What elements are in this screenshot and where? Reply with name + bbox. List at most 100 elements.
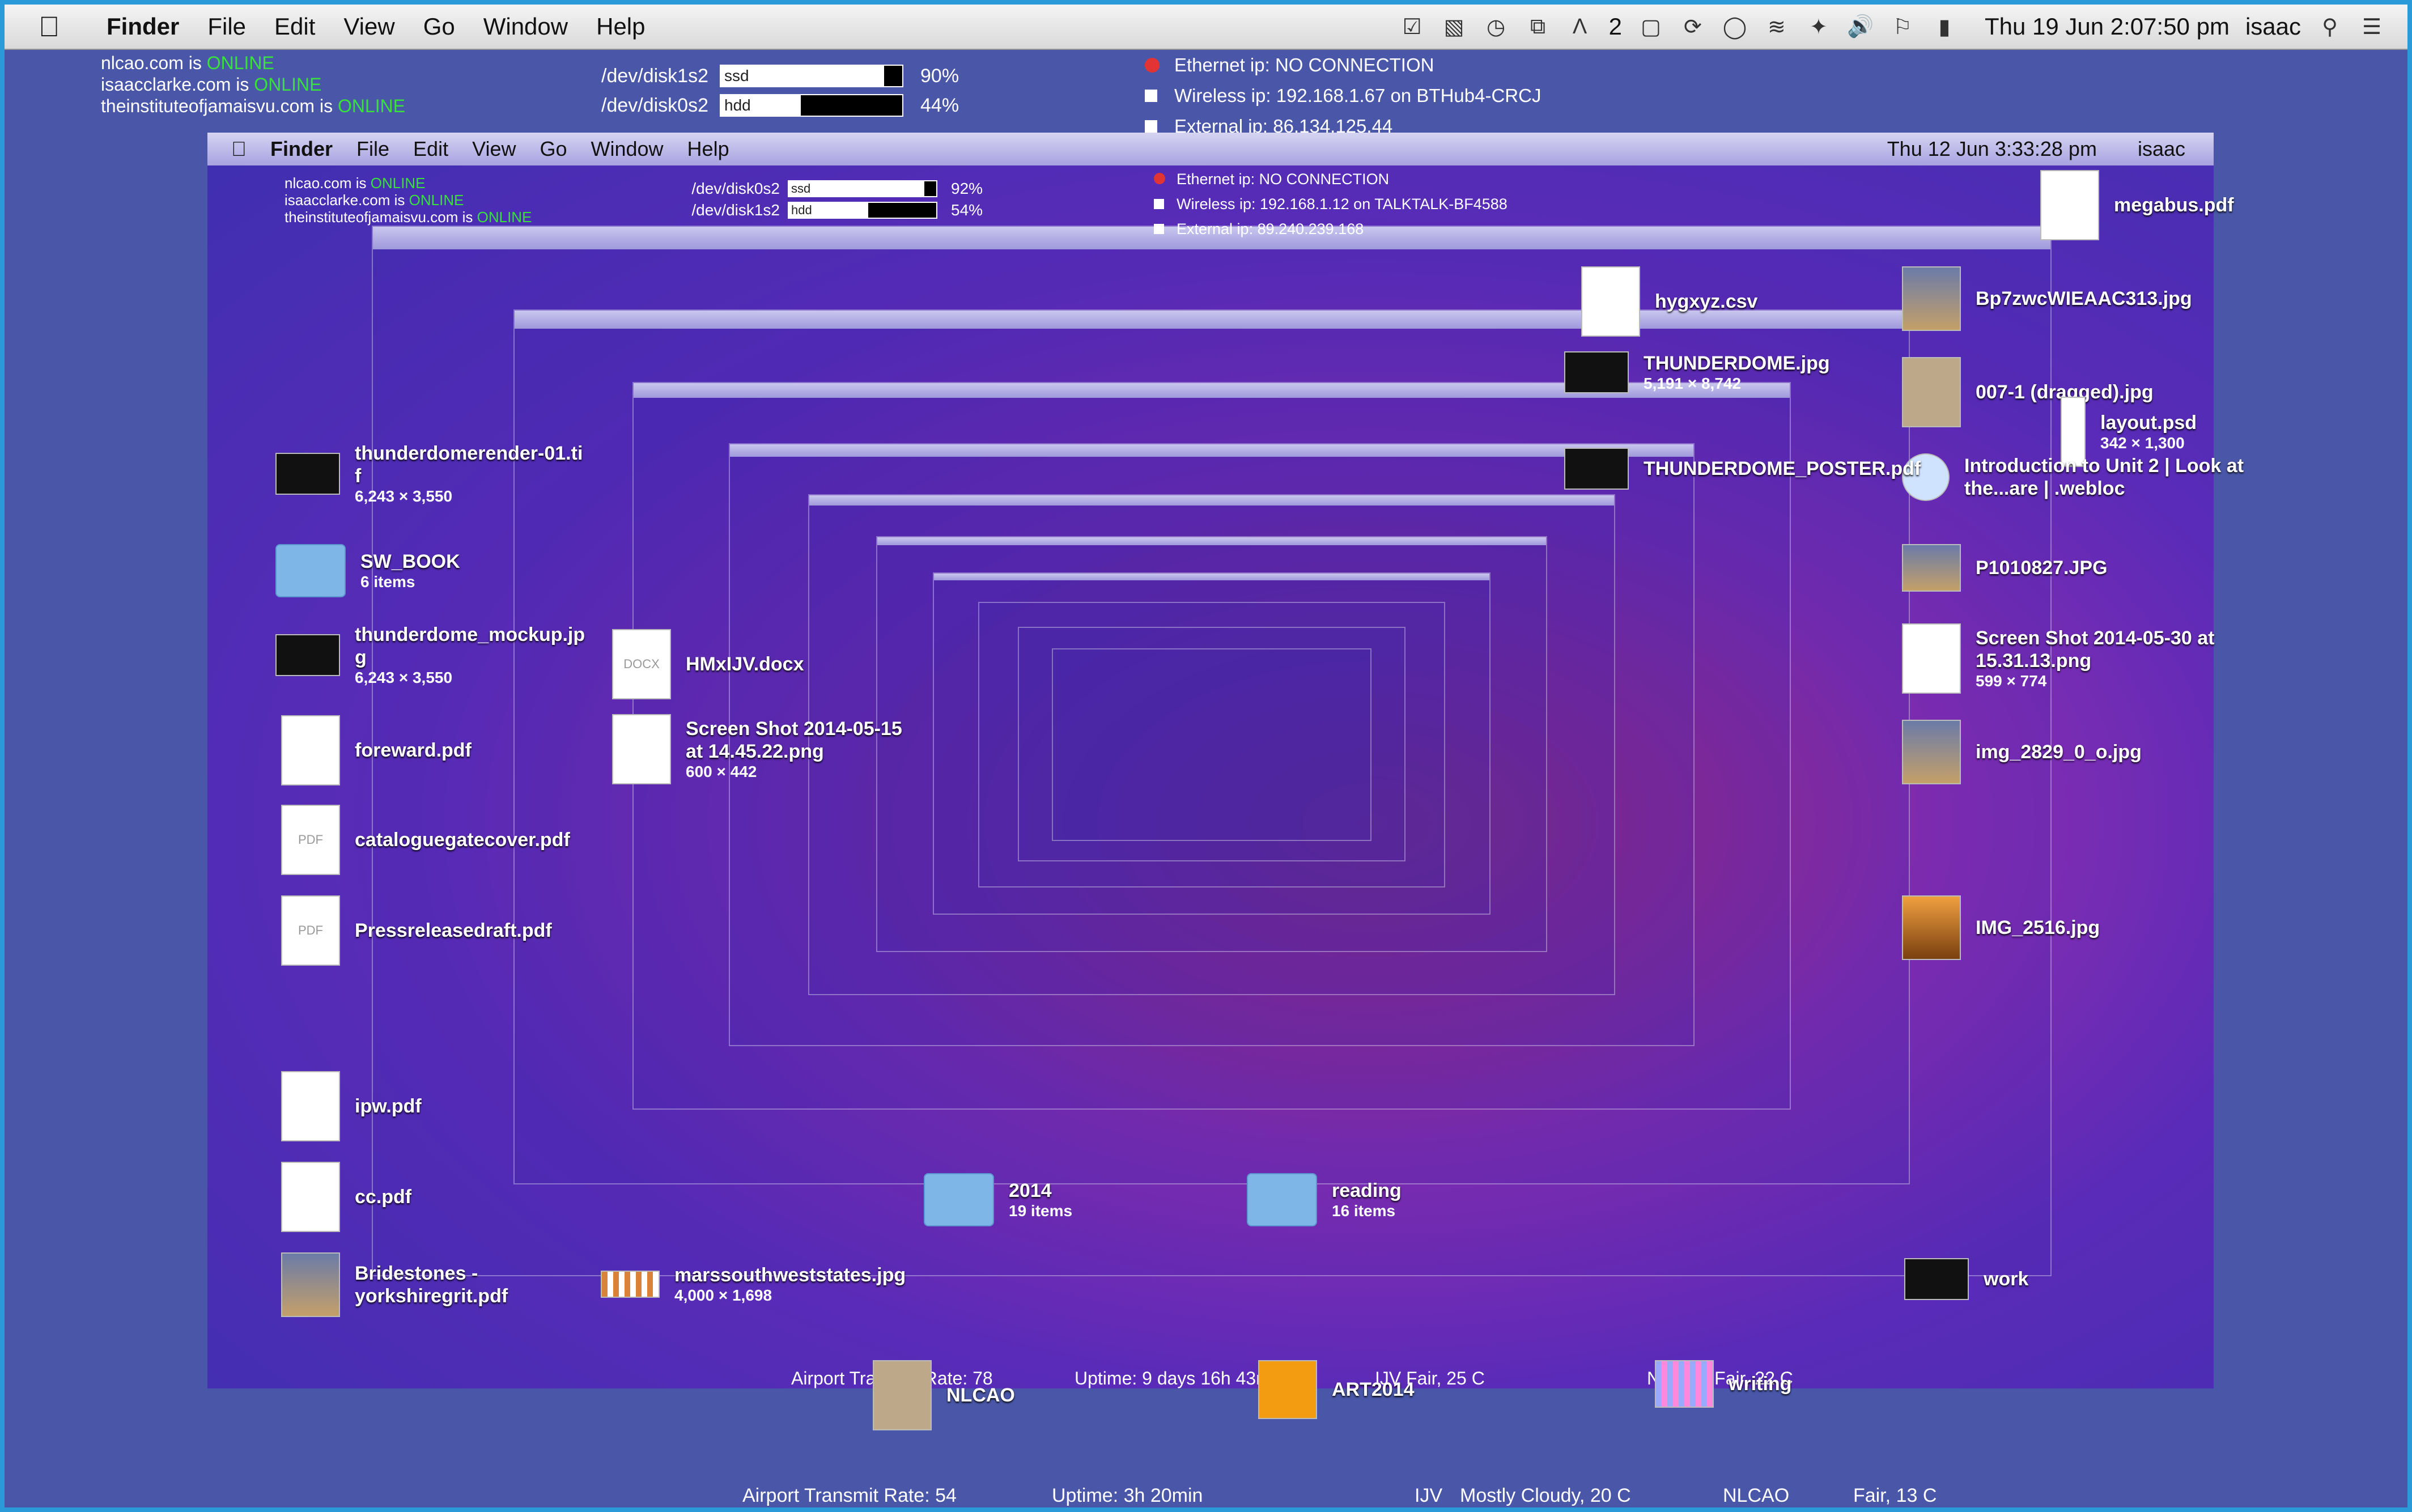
nested-menu-app[interactable]: Finder (270, 137, 333, 161)
menu-file[interactable]: File (207, 13, 246, 40)
desktop-icon-bp7zwc[interactable]: Bp7zwcWIEAAC313.jpg (1902, 266, 2192, 331)
desktop-icon-img-2829[interactable]: img_2829_0_o.jpg (1902, 720, 2142, 784)
volume-icon[interactable]: 🔊 (1847, 14, 1874, 40)
desktop-icon-webloc[interactable]: Introduction to Unit 2 | Look at the...a… (1902, 453, 2282, 501)
desktop-icon-cc[interactable]: cc.pdf (281, 1162, 411, 1232)
desktop-icon-thunderdome-poster[interactable]: THUNDERDOME_POSTER.pdf (1564, 448, 1921, 490)
nested-menu-edit[interactable]: Edit (413, 137, 448, 161)
disk-percent: 54% (951, 201, 983, 219)
desktop-icon-p1010827[interactable]: P1010827.JPG (1902, 544, 2108, 592)
flag-icon[interactable]: ⚐ (1889, 14, 1916, 40)
desktop-icon-hmxijv[interactable]: DOCX HMxIJV.docx (612, 629, 804, 699)
folder-icon (1258, 1360, 1317, 1419)
menu-help[interactable]: Help (596, 13, 645, 40)
image-thumbnail-icon (1564, 448, 1629, 490)
bluetooth-icon[interactable]: ✦ (1806, 14, 1832, 40)
menu-edit[interactable]: Edit (274, 13, 315, 40)
nested-menu-file[interactable]: File (356, 137, 389, 161)
adobe-icon[interactable]: Λ (1567, 14, 1593, 40)
wifi-icon[interactable]: ≋ (1764, 14, 1790, 40)
apple-menu-icon[interactable]:  (231, 137, 247, 161)
notification-center-icon[interactable]: ☰ (2359, 14, 2385, 40)
menu-go[interactable]: Go (423, 13, 455, 40)
desktop-icon-nlcao[interactable]: NLCAO (873, 1360, 1015, 1430)
nested-menu-view[interactable]: View (472, 137, 516, 161)
icon-sub: 4,000 × 1,698 (674, 1286, 772, 1304)
image-thumbnail-icon (1902, 544, 1961, 592)
menu-app-finder[interactable]: Finder (107, 13, 179, 40)
desktop-icon-thunderdome-mockup[interactable]: thunderdome_mockup.jp g 6,243 × 3,550 (275, 623, 593, 687)
desktop-icon-2014[interactable]: 2014 19 items (924, 1173, 1072, 1226)
disk-percent: 44% (920, 94, 959, 116)
chat-icon[interactable]: ◯ (1722, 14, 1748, 40)
desktop-icon-work[interactable]: work (1904, 1258, 2028, 1300)
menu-view[interactable]: View (343, 13, 394, 40)
desktop-icon-bridestones[interactable]: Bridestones - yorkshiregrit.pdf (281, 1252, 525, 1317)
apple-menu-icon[interactable]:  (39, 10, 73, 43)
icon-label: HMxIJV.docx (686, 653, 804, 675)
battery-icon[interactable]: ▮ (1931, 14, 1957, 40)
icon-label: SW_BOOK (360, 551, 460, 572)
image-thumbnail-icon (1902, 623, 1961, 694)
desktop-icon-marssouthweststates[interactable]: marssouthweststates.jpg 4,000 × 1,698 (601, 1264, 906, 1305)
nested-clock-group: Thu 12 Jun 3:33:28 pm isaac (1863, 137, 2185, 161)
icon-sub: 600 × 442 (686, 763, 757, 780)
nested-network-widget: Ethernet ip: NO CONNECTION Wireless ip: … (1154, 167, 1508, 241)
spotlight-search-icon[interactable]: ⚲ (2317, 14, 2343, 40)
domain-status: ONLINE (206, 53, 274, 73)
desktop-icon-foreward[interactable]: foreward.pdf (281, 715, 472, 785)
sync-icon[interactable]: ⟳ (1680, 14, 1706, 40)
checkbox-icon[interactable]: ☑ (1399, 14, 1425, 40)
icon-label: reading (1332, 1180, 1402, 1201)
square-icon[interactable]: ▢ (1638, 14, 1664, 40)
desktop-icon-screenshot-2014-05-30[interactable]: Screen Shot 2014-05-30 at 15.31.13.png 59… (1902, 623, 2270, 694)
desktop-icon-hygxyz[interactable]: hygxyz.csv (1581, 266, 1757, 337)
desktop-icon-img-2516[interactable]: IMG_2516.jpg (1902, 895, 2100, 960)
icon-sub: 16 items (1332, 1202, 1396, 1220)
icon-sub: 19 items (1009, 1202, 1073, 1220)
desktop-icon-ipw[interactable]: ipw.pdf (281, 1071, 422, 1141)
nested-menu-help[interactable]: Help (687, 137, 729, 161)
icon-label: Bridestones - yorkshiregrit.pdf (355, 1263, 508, 1307)
desktop-icon-pressreleasedraft[interactable]: PDF Pressreleasedraft.pdf (281, 895, 552, 966)
user-name[interactable]: isaac (2245, 13, 2301, 40)
folder-icon (873, 1360, 932, 1430)
desktop-icon-cataloguegatecover[interactable]: PDF cataloguegatecover.pdf (281, 805, 570, 875)
disk-percent: 92% (951, 180, 983, 197)
icon-label: marssouthweststates.jpg (674, 1264, 906, 1286)
bullet-icon (1145, 120, 1157, 133)
windows-icon[interactable]: ⧉ (1525, 14, 1551, 40)
icon-label: Screen Shot 2014-05-30 at 15.31.13.png (1976, 627, 2215, 672)
nested-layer (1052, 648, 1371, 841)
image-thumbnail-icon (1902, 266, 1961, 331)
image-thumbnail-icon (612, 714, 671, 784)
menu-window[interactable]: Window (483, 13, 568, 40)
desktop-icon-megabus[interactable]: megabus.pdf (2040, 170, 2234, 240)
clock[interactable]: Thu 19 Jun 2:07:50 pm (1985, 13, 2230, 40)
nested-menu-window[interactable]: Window (591, 137, 664, 161)
nested-menu-go[interactable]: Go (540, 137, 567, 161)
image-thumbnail-icon (601, 1271, 660, 1298)
icon-label: NLCAO (946, 1384, 1015, 1406)
folder-icon (924, 1173, 994, 1226)
nested-menu-bar:  Finder File Edit View Go Window Help T… (207, 133, 2214, 165)
wireless-row: Wireless ip: 192.168.1.12 on TALKTALK-BF… (1154, 192, 1508, 216)
disk-usage-widget: /dev/disk1s2 ssd 90% /dev/disk0s2 hdd 44… (589, 61, 959, 120)
desktop-icon-screenshot-2014-05-15[interactable]: Screen Shot 2014-05-15 at 14.45.22.png 60… (612, 714, 924, 784)
image-thumbnail-icon (1902, 720, 1961, 784)
wireless-text: Wireless ip: 192.168.1.12 on TALKTALK-BF… (1177, 196, 1508, 213)
timemachine-icon[interactable]: ◷ (1483, 14, 1509, 40)
desktop-icon-reading[interactable]: reading 16 items (1247, 1173, 1402, 1226)
desktop-icon-writing[interactable]: writing (1655, 1360, 1791, 1408)
icon-label: thunderdome_mockup.jp g (355, 624, 585, 668)
disk-label: hdd (724, 96, 751, 114)
domain-status: ONLINE (337, 96, 406, 116)
docx-document-icon: DOCX (612, 629, 671, 699)
desktop-icon-thunderdomerender[interactable]: thunderdomerender-01.ti f 6,243 × 3,550 (275, 442, 593, 506)
weather-place-ijv: IJV (1415, 1485, 1443, 1506)
desktop-icon-thunderdome-jpg[interactable]: THUNDERDOME.jpg 5,191 × 8,742 (1564, 351, 1830, 393)
desktop-icon-sw-book[interactable]: SW_BOOK 6 items (275, 544, 460, 597)
nested-clock: Thu 12 Jun 3:33:28 pm (1887, 137, 2097, 160)
monitor-icon[interactable]: ▧ (1441, 14, 1467, 40)
desktop-icon-art2014[interactable]: ART2014 (1258, 1360, 1415, 1419)
